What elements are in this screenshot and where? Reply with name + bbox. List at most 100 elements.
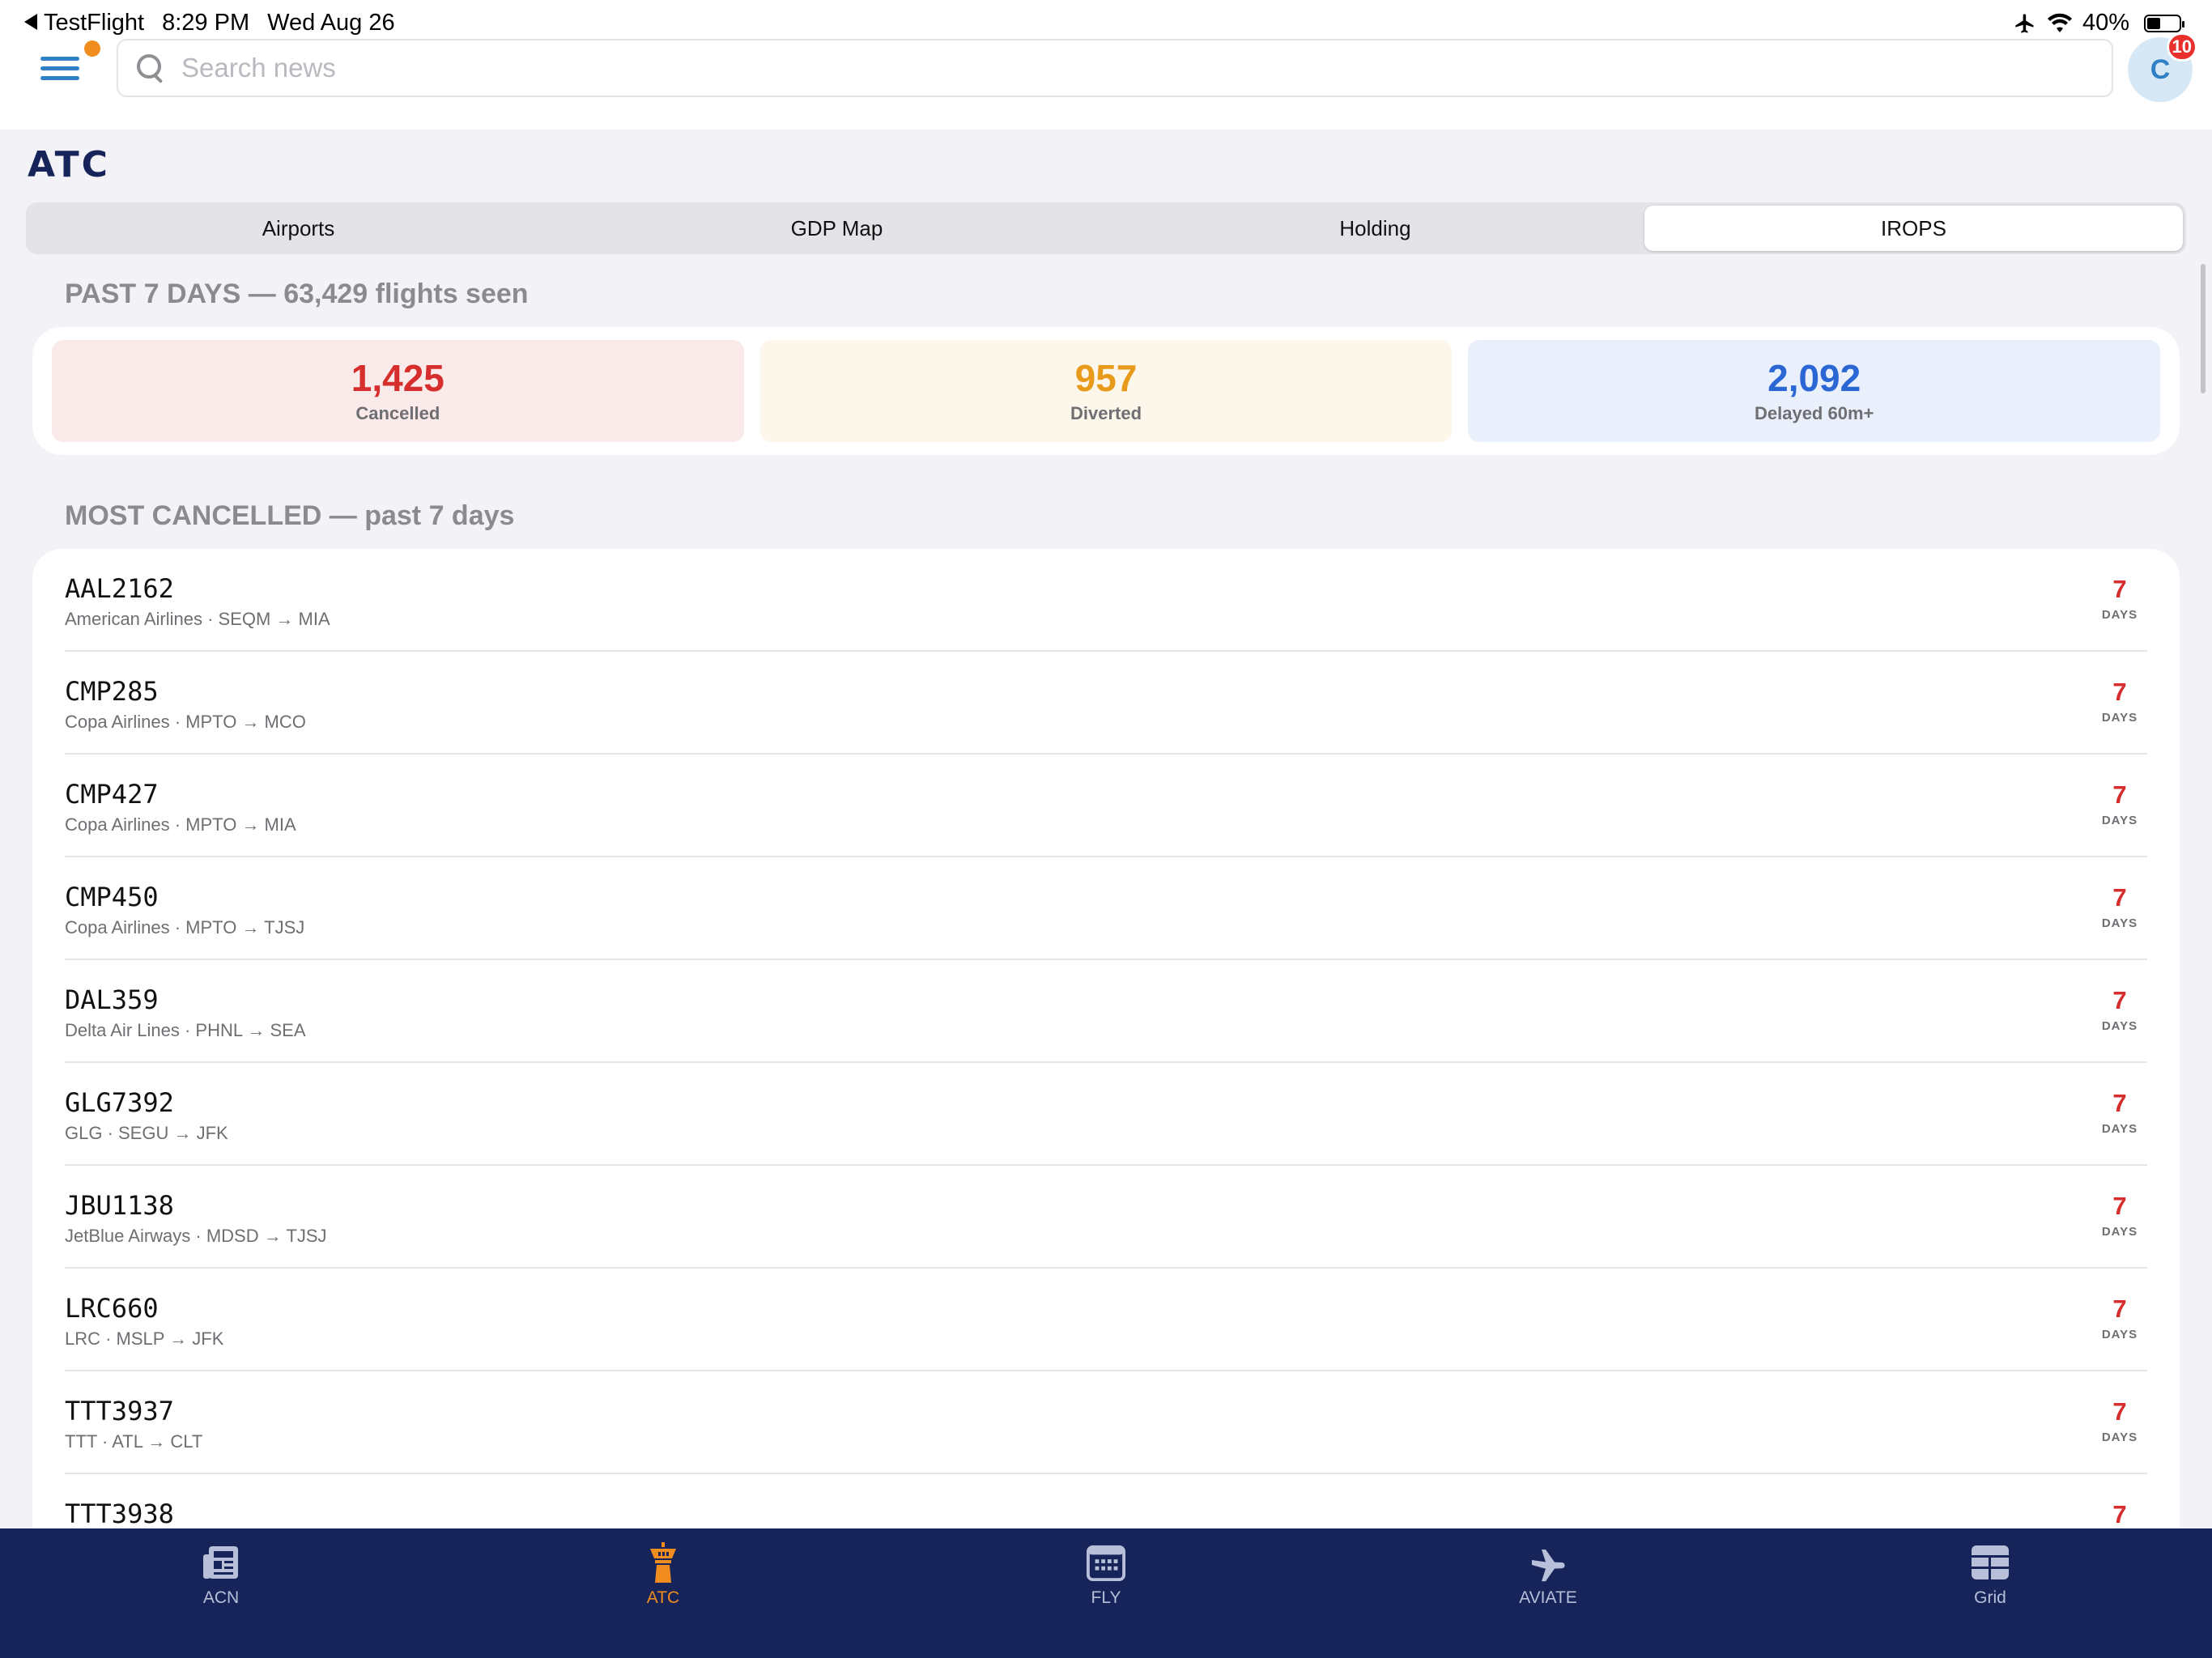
- flight-route: Copa Airlines · MPTO → MIA: [65, 814, 296, 835]
- list-item[interactable]: JBU1138 JetBlue Airways · MDSD → TJSJ 7 D…: [65, 1166, 2180, 1269]
- list-item[interactable]: CMP427 Copa Airlines · MPTO → MIA 7 DAYS: [65, 755, 2180, 857]
- flight-number: TTT3937: [65, 1396, 174, 1426]
- tab-airports[interactable]: Airports: [29, 206, 568, 251]
- cancel-days: 7 DAYS: [2095, 1090, 2144, 1136]
- cancel-days: 7 DAYS: [2095, 988, 2144, 1033]
- stat-delayed[interactable]: 2,092 Delayed 60m+: [1468, 340, 2161, 442]
- most-cancelled-list: AAL2162 American Airlines · SEQM → MIA 7…: [32, 549, 2180, 1601]
- flight-number: TTT3938: [65, 1499, 174, 1529]
- airplane-icon: [1529, 1543, 1568, 1582]
- cancel-days: 7 DAYS: [2095, 1193, 2144, 1239]
- cancel-days: 7 DAYS: [2095, 679, 2144, 725]
- stat-delayed-value: 2,092: [1767, 356, 1861, 399]
- list-item[interactable]: GLG7392 GLG · SEGU → JFK 7 DAYS: [65, 1063, 2180, 1166]
- list-item[interactable]: CMP450 Copa Airlines · MPTO → TJSJ 7 DAYS: [65, 857, 2180, 960]
- list-item[interactable]: TTT3937 TTT · ATL → CLT 7 DAYS: [65, 1371, 2180, 1474]
- cancel-days-unit: DAYS: [2101, 608, 2138, 622]
- search-input[interactable]: [180, 52, 2045, 84]
- stat-cancelled[interactable]: 1,425 Cancelled: [52, 340, 744, 442]
- cancel-days-value: 7: [2112, 780, 2127, 809]
- tab-fly-label: FLY: [1091, 1588, 1121, 1607]
- cancel-days-value: 7: [2112, 575, 2127, 603]
- tab-fly[interactable]: FLY: [1041, 1543, 1171, 1616]
- notification-badge: 10: [2166, 32, 2197, 62]
- page-title: ATC: [28, 144, 110, 185]
- wifi-icon: [2047, 13, 2072, 32]
- top-bar: TestFlight 8:29 PM Wed Aug 26 40% C 10: [0, 0, 2212, 130]
- cancel-days-unit: DAYS: [2101, 1225, 2138, 1239]
- flight-route: American Airlines · SEQM → MIA: [65, 609, 330, 629]
- atc-segmented-control: Airports GDP Map Holding IROPS: [26, 202, 2186, 254]
- flight-number: DAL359: [65, 984, 159, 1015]
- flight-route: TTT · ATL → CLT: [65, 1431, 203, 1452]
- tab-acn-label: ACN: [202, 1588, 240, 1607]
- tab-atc[interactable]: ATC: [598, 1542, 728, 1616]
- status-date: Wed Aug 26: [267, 10, 395, 36]
- stat-delayed-label: Delayed 60m+: [1754, 403, 1874, 424]
- back-app-label: TestFlight: [44, 10, 145, 36]
- tab-irops[interactable]: IROPS: [1644, 206, 2183, 251]
- avatar-initial: C: [2150, 53, 2171, 85]
- control-tower-icon: [644, 1542, 683, 1583]
- stat-diverted-label: Diverted: [1070, 403, 1142, 424]
- list-item[interactable]: LRC660 LRC · MSLP → JFK 7 DAYS: [65, 1269, 2180, 1371]
- list-item[interactable]: AAL2162 American Airlines · SEQM → MIA 7…: [65, 549, 2180, 652]
- tab-grid[interactable]: Grid: [1925, 1543, 2055, 1616]
- stat-cancelled-label: Cancelled: [355, 403, 440, 424]
- flight-route: Delta Air Lines · PHNL → SEA: [65, 1020, 306, 1040]
- flight-number: GLG7392: [65, 1087, 174, 1118]
- cancel-days-value: 7: [2112, 1295, 2127, 1323]
- list-item[interactable]: DAL359 Delta Air Lines · PHNL → SEA 7 DAY…: [65, 960, 2180, 1063]
- flight-route: Copa Airlines · MPTO → MCO: [65, 712, 306, 732]
- flight-number: LRC660: [65, 1293, 159, 1324]
- calendar-icon: [1087, 1543, 1125, 1582]
- cancel-days-value: 7: [2112, 1192, 2127, 1220]
- cancel-days: 7 DAYS: [2095, 1296, 2144, 1341]
- search-icon: [134, 52, 167, 84]
- cancel-days-value: 7: [2112, 678, 2127, 706]
- status-time: 8:29 PM: [162, 10, 250, 36]
- cancel-days: 7 DAYS: [2095, 576, 2144, 622]
- tab-atc-label: ATC: [646, 1588, 680, 1607]
- airplane-mode-icon: [2015, 13, 2034, 33]
- scrollbar[interactable]: [2201, 264, 2206, 393]
- cancel-days-value: 7: [2112, 1397, 2127, 1426]
- cancel-days: 7 DAYS: [2095, 885, 2144, 930]
- cancel-days-value: 7: [2112, 1089, 2127, 1117]
- flight-route: JetBlue Airways · MDSD → TJSJ: [65, 1226, 327, 1246]
- flight-route: Copa Airlines · MPTO → TJSJ: [65, 917, 305, 937]
- stat-diverted[interactable]: 957 Diverted: [759, 340, 1453, 442]
- tab-holding[interactable]: Holding: [1106, 206, 1644, 251]
- stat-cancelled-value: 1,425: [351, 356, 445, 399]
- cancel-days-unit: DAYS: [2101, 814, 2138, 827]
- tab-aviate[interactable]: AVIATE: [1483, 1543, 1613, 1616]
- summary-stats-card: 1,425 Cancelled 957 Diverted 2,092 Delay…: [32, 327, 2180, 455]
- back-arrow-icon: [24, 14, 37, 30]
- status-bar-left: TestFlight 8:29 PM Wed Aug 26: [24, 10, 395, 36]
- tab-aviate-label: AVIATE: [1519, 1588, 1577, 1607]
- stat-diverted-value: 957: [1074, 356, 1138, 399]
- grid-icon: [1971, 1543, 2010, 1582]
- cancel-days: 7 DAYS: [2095, 782, 2144, 827]
- tab-gdp-map[interactable]: GDP Map: [568, 206, 1106, 251]
- tab-acn[interactable]: ACN: [156, 1543, 286, 1616]
- back-to-app-link[interactable]: TestFlight: [24, 10, 144, 36]
- menu-button[interactable]: [40, 40, 100, 83]
- flight-number: JBU1138: [65, 1190, 174, 1221]
- flight-number: CMP427: [65, 779, 159, 810]
- cancel-days-unit: DAYS: [2101, 1431, 2138, 1444]
- summary-heading: PAST 7 DAYS — 63,429 flights seen: [65, 278, 529, 309]
- status-bar-right: 40%: [2013, 10, 2184, 36]
- flight-number: CMP285: [65, 676, 159, 707]
- battery-icon: [2144, 14, 2184, 32]
- most-cancelled-heading: MOST CANCELLED — past 7 days: [65, 500, 515, 531]
- search-bar[interactable]: [117, 39, 2113, 97]
- flight-route: GLG · SEGU → JFK: [65, 1123, 228, 1143]
- flight-route: LRC · MSLP → JFK: [65, 1329, 224, 1349]
- profile-avatar-button[interactable]: C 10: [2128, 32, 2197, 102]
- bottom-tab-bar: ACN ATC FLY AVIATE Grid: [0, 1528, 2212, 1658]
- list-item[interactable]: CMP285 Copa Airlines · MPTO → MCO 7 DAYS: [65, 652, 2180, 755]
- cancel-days-unit: DAYS: [2101, 1328, 2138, 1341]
- cancel-days-unit: DAYS: [2101, 1122, 2138, 1136]
- flight-number: AAL2162: [65, 573, 174, 604]
